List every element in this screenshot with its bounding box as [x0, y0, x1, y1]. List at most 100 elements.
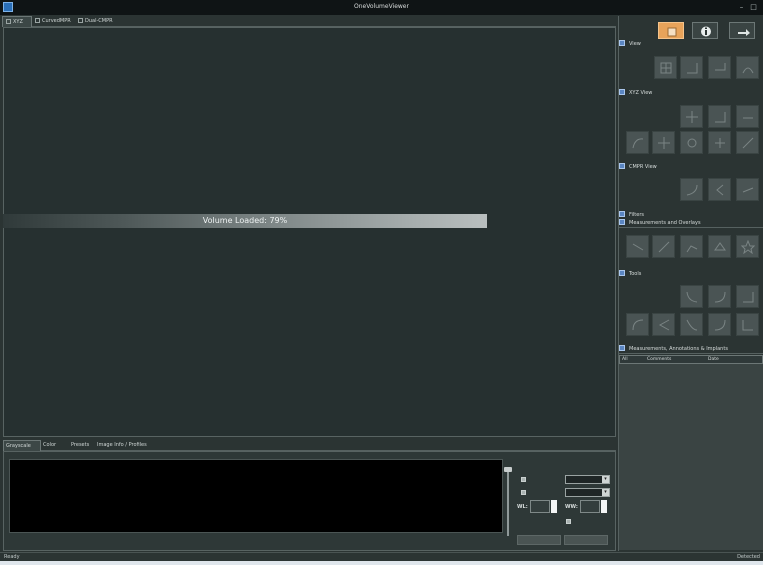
view-layout-button[interactable] [654, 56, 677, 79]
measure-button-2[interactable] [652, 235, 675, 258]
annotation-table-body[interactable] [619, 364, 763, 550]
tab-image-info-profiles[interactable]: Image Info / Profiles [97, 440, 147, 451]
section-tools-header[interactable]: Tools [619, 270, 763, 279]
cmpr-view-button-1[interactable] [680, 178, 703, 201]
option-checkbox-3[interactable] [566, 519, 571, 524]
section-measurements-overlays-header[interactable]: Measurements and Overlays [619, 219, 763, 228]
xyz-view-button-6[interactable] [680, 131, 703, 154]
volume-mode-button[interactable] [658, 22, 684, 39]
loading-progress-text: Volume Loaded: 79% [202, 216, 288, 225]
section-view-header[interactable]: View [619, 40, 763, 49]
sweep-icon [686, 319, 698, 331]
section-label: Filters [629, 212, 644, 218]
star-icon [741, 240, 755, 254]
coronal-icon [715, 63, 726, 71]
xyz-view-button-3[interactable] [736, 105, 759, 128]
measure-button-3[interactable] [680, 235, 703, 258]
cmpr-view-button-2[interactable] [708, 178, 731, 201]
tools-button-4[interactable] [626, 313, 649, 336]
xyz-view-button-2[interactable] [708, 105, 731, 128]
section-annotations-header[interactable]: Measurements, Annotations & Implants [619, 345, 763, 354]
ww-spinner[interactable] [601, 500, 607, 513]
column-all[interactable]: All [622, 356, 628, 363]
pan-icon [715, 138, 725, 148]
tab-presets[interactable]: Presets [71, 440, 89, 451]
ruler-icon [658, 241, 670, 253]
column-date[interactable]: Date [708, 356, 719, 363]
xyz-icon [6, 19, 11, 24]
tools-button-6[interactable] [680, 313, 703, 336]
xyz-view-button-5[interactable] [652, 131, 675, 154]
cmpr-view-button-3[interactable] [736, 178, 759, 201]
option-checkbox-2[interactable] [521, 490, 526, 495]
tab-dual-cmpr[interactable]: Dual-CMPR [75, 16, 121, 27]
ww-input[interactable] [580, 500, 600, 513]
shape-icon [714, 242, 726, 251]
tab-color[interactable]: Color [43, 440, 56, 451]
section-label: Measurements, Annotations & Implants [629, 346, 728, 352]
section-xyz-view-header[interactable]: XYZ View [619, 89, 763, 98]
wl-spinner[interactable] [551, 500, 557, 513]
info-icon [701, 26, 711, 37]
curve-path-icon [686, 184, 698, 196]
taskbar-edge [0, 561, 763, 565]
crosshair-icon [686, 111, 698, 123]
main-viewport[interactable] [3, 27, 616, 437]
apply-button[interactable] [517, 535, 561, 545]
tab-xyz[interactable]: XYZ [2, 16, 32, 27]
option-checkbox-1[interactable] [521, 477, 526, 482]
option-dropdown-2[interactable]: ▾ [565, 488, 610, 497]
xyz-view-button-7[interactable] [708, 131, 731, 154]
xyz-view-button-4[interactable] [626, 131, 649, 154]
view-coronal-button[interactable] [708, 56, 731, 79]
curve-icon [632, 138, 644, 149]
tools-button-2[interactable] [708, 285, 731, 308]
chevron-down-icon: ▾ [602, 476, 609, 483]
move-icon [658, 137, 670, 149]
histogram-display[interactable] [9, 459, 503, 533]
minimize-button[interactable]: – [737, 3, 746, 11]
section-icon [619, 211, 625, 217]
tab-curved-mpr[interactable]: CurvedMPR [32, 16, 75, 27]
export-icon [738, 29, 750, 36]
level-slider-track[interactable] [507, 470, 509, 536]
section-icon [619, 219, 625, 225]
view-axial-button[interactable] [680, 56, 703, 79]
view-sagittal-button[interactable] [736, 56, 759, 79]
curved-mpr-icon [35, 18, 40, 23]
column-comments[interactable]: Comments [647, 356, 671, 363]
export-button[interactable] [729, 22, 755, 39]
corner-icon [743, 292, 754, 303]
edge-icon [742, 320, 753, 331]
spline-icon [632, 319, 644, 331]
measure-button-4[interactable] [708, 235, 731, 258]
xyz-view-button-8[interactable] [736, 131, 759, 154]
maximize-button[interactable]: □ [749, 3, 758, 11]
tab-label: CurvedMPR [42, 18, 71, 24]
measure-button-5[interactable] [736, 235, 759, 258]
bend-icon [658, 319, 670, 331]
section-cmpr-view-header[interactable]: CMPR View [619, 163, 763, 172]
reset-button[interactable] [564, 535, 608, 545]
section-icon [619, 163, 625, 169]
section-icon [619, 40, 625, 46]
tab-grayscale[interactable]: Grayscale [3, 440, 41, 451]
bottom-tab-strip: Grayscale Color Presets Image Info / Pro… [3, 440, 616, 451]
polyline-icon [686, 245, 698, 253]
tools-button-8[interactable] [736, 313, 759, 336]
xyz-view-button-1[interactable] [680, 105, 703, 128]
info-button[interactable] [692, 22, 718, 39]
tools-button-5[interactable] [652, 313, 675, 336]
tools-button-7[interactable] [708, 313, 731, 336]
frame-icon [715, 112, 726, 123]
measure-button-1[interactable] [626, 235, 649, 258]
tools-button-1[interactable] [680, 285, 703, 308]
section-label: Measurements and Overlays [629, 220, 701, 226]
hook-icon [714, 319, 726, 331]
option-dropdown-1[interactable]: ▾ [565, 475, 610, 484]
wl-input[interactable] [530, 500, 550, 513]
tab-label: Dual-CMPR [85, 18, 113, 24]
tools-button-3[interactable] [736, 285, 759, 308]
dual-cmpr-icon [78, 18, 83, 23]
level-slider-handle[interactable] [504, 467, 512, 472]
